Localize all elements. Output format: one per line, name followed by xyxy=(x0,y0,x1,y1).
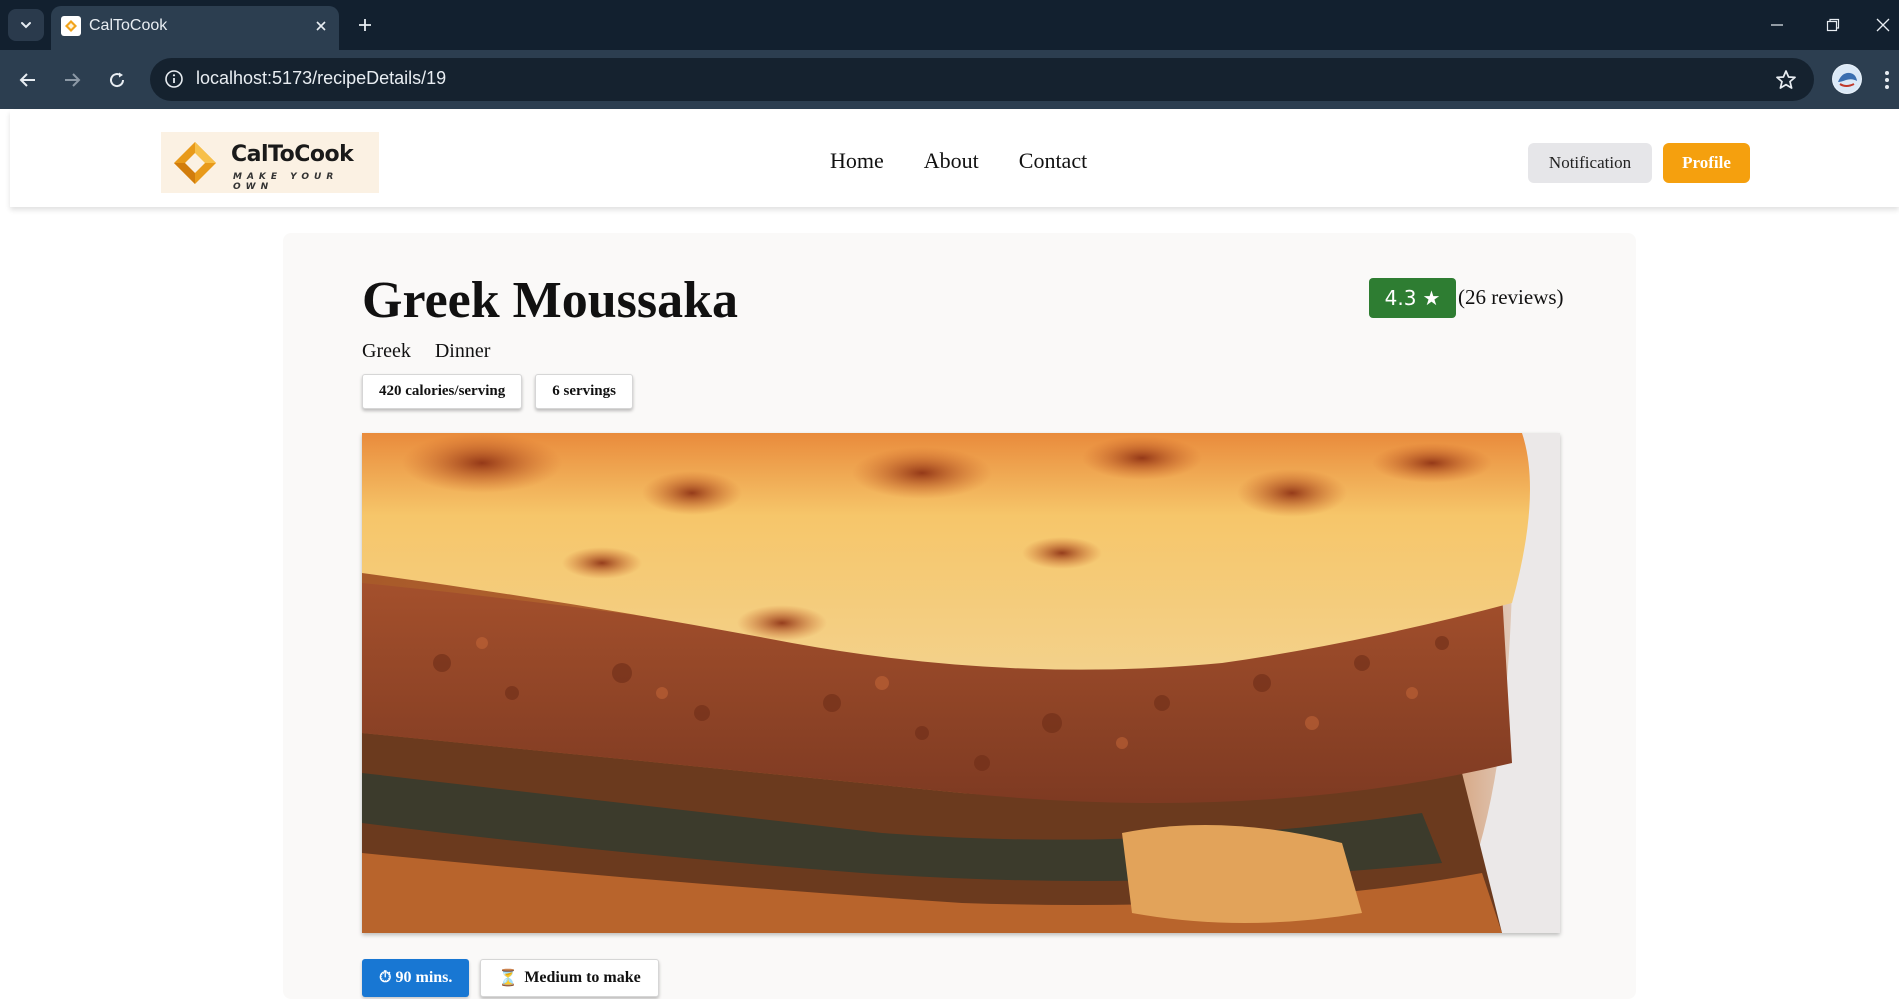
url-text[interactable]: localhost:5173/recipeDetails/19 xyxy=(196,68,446,89)
star-outline-icon[interactable] xyxy=(1774,68,1798,92)
recipe-photo xyxy=(362,433,1560,933)
info-icon[interactable] xyxy=(164,69,184,89)
caltocook-logo[interactable]: CalToCook MAKE YOUR OWN xyxy=(161,132,379,193)
new-tab-button[interactable] xyxy=(350,10,380,40)
browser-tab[interactable]: CalToCook xyxy=(51,6,339,50)
tab-list-button[interactable] xyxy=(8,9,44,41)
nav-link-contact[interactable]: Contact xyxy=(1019,148,1087,174)
recipe-title: Greek Moussaka xyxy=(362,272,739,329)
nutrition-chips: 420 calories/serving 6 servings xyxy=(362,374,633,409)
back-button[interactable] xyxy=(12,64,44,96)
close-icon xyxy=(1876,18,1890,32)
caltocook-favicon-icon xyxy=(61,16,81,36)
close-tab-button[interactable] xyxy=(309,14,333,38)
servings-chip: 6 servings xyxy=(535,374,633,409)
star-icon: ★ xyxy=(1422,286,1441,310)
tab-title: CalToCook xyxy=(89,17,168,34)
profile-button[interactable]: Profile xyxy=(1663,143,1750,183)
difficulty-label: Medium to make xyxy=(524,969,641,986)
reload-button[interactable] xyxy=(101,64,133,96)
nav-link-home[interactable]: Home xyxy=(830,148,884,174)
calories-chip: 420 calories/serving xyxy=(362,374,523,409)
site-header: CalToCook MAKE YOUR OWN Home About Conta… xyxy=(10,110,1899,207)
hourglass-icon: ⏳ xyxy=(498,970,519,987)
logo-tagline: MAKE YOUR OWN xyxy=(233,172,339,192)
review-count[interactable]: (26 reviews) xyxy=(1458,285,1564,310)
minimize-button[interactable] xyxy=(1760,10,1794,40)
main-nav: Home About Contact xyxy=(830,148,1087,174)
logo-diamond-icon xyxy=(174,142,216,184)
avatar[interactable] xyxy=(1832,64,1862,94)
logo-name: CalToCook xyxy=(231,142,354,167)
recipe-card: Greek Moussaka 4.3 ★ (26 reviews) Greek … xyxy=(283,233,1636,999)
close-icon xyxy=(316,21,326,31)
nav-link-about[interactable]: About xyxy=(924,148,979,174)
cook-time-button[interactable]: ⏱ 90 mins. xyxy=(362,959,470,997)
minimize-icon xyxy=(1771,24,1783,26)
meal-type-tag: Dinner xyxy=(434,340,491,362)
plus-icon xyxy=(359,19,371,31)
reload-icon xyxy=(110,72,125,88)
browser-menu-button[interactable] xyxy=(1880,66,1894,94)
stopwatch-icon: ⏱ xyxy=(379,969,392,986)
rating-value: 4.3 xyxy=(1384,286,1417,310)
browser-toolbar: localhost:5173/recipeDetails/19 xyxy=(0,50,1899,109)
browser-tab-strip: CalToCook xyxy=(0,0,1899,50)
forward-button[interactable] xyxy=(56,64,88,96)
arrow-right-icon xyxy=(65,73,81,87)
restore-button[interactable] xyxy=(1816,10,1850,40)
cook-time-label: 90 mins. xyxy=(395,969,453,986)
recipe-meta-row: ⏱ 90 mins. ⏳ Medium to make xyxy=(362,959,659,997)
recipe-tags: Greek Dinner xyxy=(362,340,490,363)
chevron-down-icon xyxy=(21,22,31,29)
kebab-menu-icon xyxy=(1885,71,1889,89)
close-window-button[interactable] xyxy=(1866,10,1899,40)
cuisine-tag: Greek xyxy=(362,340,411,362)
difficulty-chip: ⏳ Medium to make xyxy=(480,959,659,997)
notification-button[interactable]: Notification xyxy=(1528,143,1652,183)
restore-icon xyxy=(1826,18,1840,32)
arrow-left-icon xyxy=(19,73,35,87)
rating-badge: 4.3 ★ xyxy=(1369,278,1456,318)
address-bar[interactable]: localhost:5173/recipeDetails/19 xyxy=(150,58,1814,101)
